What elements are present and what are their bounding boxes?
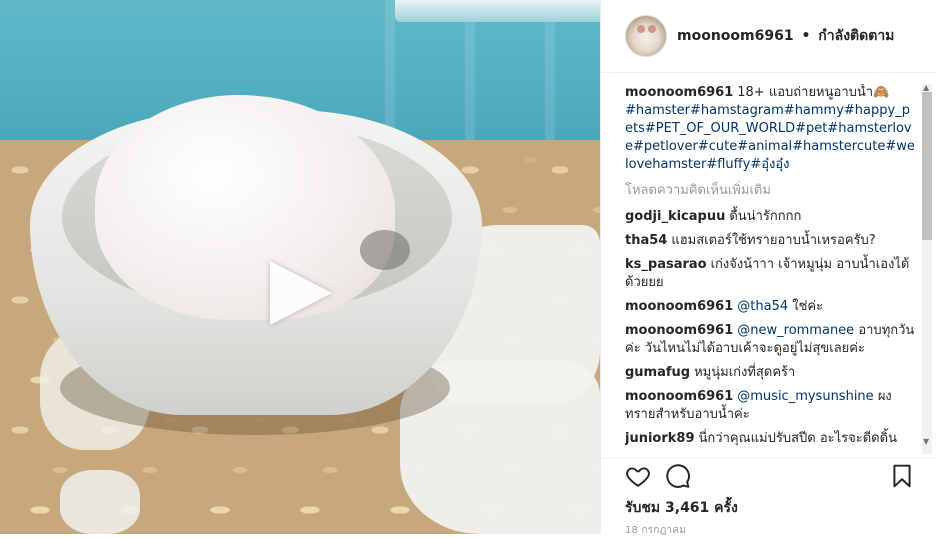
comment-icon[interactable] [665, 463, 691, 489]
cage-rim [395, 0, 600, 22]
scroll-up-arrow[interactable]: ▲ [923, 84, 929, 92]
hamster-shadow [360, 230, 410, 270]
comment-username[interactable]: tha54 [625, 233, 667, 248]
caption-text: 18+ แอบถ่ายหนูอาบน้ำ🙈 [737, 85, 890, 100]
comment-mention[interactable]: @music_mysunshine [737, 389, 873, 404]
comment-text: ใช่ค่ะ [792, 299, 824, 314]
comment-username[interactable]: gumafug [625, 365, 690, 380]
comment-username[interactable]: moonoom6961 [625, 299, 733, 314]
instagram-post-modal: moonoom6961 • กำลังติดตาม moonoom6961 18+… [0, 0, 936, 536]
post-date: 18 กรกฎาคม [625, 525, 686, 536]
comment-text: นี่กว่าคุณแม่ปรับสปีด อะไรจะดีดดิ้น [698, 431, 897, 446]
comment-username[interactable]: godji_kicapuu [625, 209, 725, 224]
separator-dot: • [801, 28, 811, 44]
comment-row: moonoom6961 @new_rommanee อาบทุกวันค่ะ วั… [625, 322, 915, 358]
comment-mention[interactable]: @new_rommanee [737, 323, 854, 338]
play-icon[interactable] [270, 261, 332, 325]
comment-text: หมูนุ่มเก่งที่สุดคร้า [694, 365, 796, 380]
post-side-panel: moonoom6961 • กำลังติดตาม moonoom6961 18+… [600, 0, 936, 536]
comment-row: godji_kicapuu ดื้นน่ารักกกก [625, 208, 915, 226]
scrollbar-thumb[interactable] [922, 92, 932, 240]
bookmark-icon[interactable] [889, 463, 915, 489]
post-actions: รับชม 3,461 ครั้ง 18 กรกฎาคม [601, 458, 936, 536]
avatar-ear [648, 25, 656, 33]
comment-row: juniork89 นี่กว่าคุณแม่ปรับสปีด อะไรจะดีด… [625, 430, 915, 448]
comment-text: ดื้นน่ารักกกก [729, 209, 802, 224]
caption-hashtags[interactable]: #hamster#hamstagram#hammy#happy_pets#PET… [625, 103, 915, 172]
comment-row: moonoom6961 @music_mysunshine ผงทรายสำหรั… [625, 388, 915, 424]
header-line: moonoom6961 • กำลังติดตาม [677, 25, 894, 47]
load-more-comments-button[interactable]: โหลดความคิดเห็นเพิ่มเติม [625, 182, 915, 200]
scroll-down-arrow[interactable]: ▼ [923, 438, 929, 446]
caption-username[interactable]: moonoom6961 [625, 85, 733, 100]
comment-mention[interactable]: @tha54 [737, 299, 788, 314]
caption: moonoom6961 18+ แอบถ่ายหนูอาบน้ำ🙈 #hamste… [625, 84, 915, 174]
comment-username[interactable]: juniork89 [625, 431, 695, 446]
comment-username[interactable]: moonoom6961 [625, 323, 733, 338]
avatar-ear [637, 25, 645, 33]
comment-text: แฮมสเตอร์ใช้ทรายอาบน้ำเหรอครับ? [671, 233, 876, 248]
username-link[interactable]: moonoom6961 [677, 28, 794, 44]
paper-bedding [60, 470, 140, 534]
video-player[interactable] [0, 0, 600, 534]
following-button[interactable]: กำลังติดตาม [818, 28, 894, 44]
view-count[interactable]: รับชม 3,461 ครั้ง [625, 497, 738, 519]
post-header: moonoom6961 • กำลังติดตาม [601, 0, 936, 73]
comment-row: gumafug หมูนุ่มเก่งที่สุดคร้า [625, 364, 915, 382]
comment-rows: godji_kicapuu ดื้นน่ารักกกก tha54 แฮมสเตอร์… [625, 208, 915, 448]
comment-row: moonoom6961 @tha54 ใช่ค่ะ [625, 298, 915, 316]
heart-icon[interactable] [625, 463, 651, 489]
comment-username[interactable]: moonoom6961 [625, 389, 733, 404]
comment-username[interactable]: ks_pasarao [625, 257, 707, 272]
avatar[interactable] [625, 15, 667, 57]
comments-list[interactable]: moonoom6961 18+ แอบถ่ายหนูอาบน้ำ🙈 #hamste… [625, 84, 915, 456]
comment-row: tha54 แฮมสเตอร์ใช้ทรายอาบน้ำเหรอครับ? [625, 232, 915, 250]
comment-row: ks_pasarao เก่งจังน้าาา เจ้าหมูนุ่ม อาบน้… [625, 256, 915, 292]
